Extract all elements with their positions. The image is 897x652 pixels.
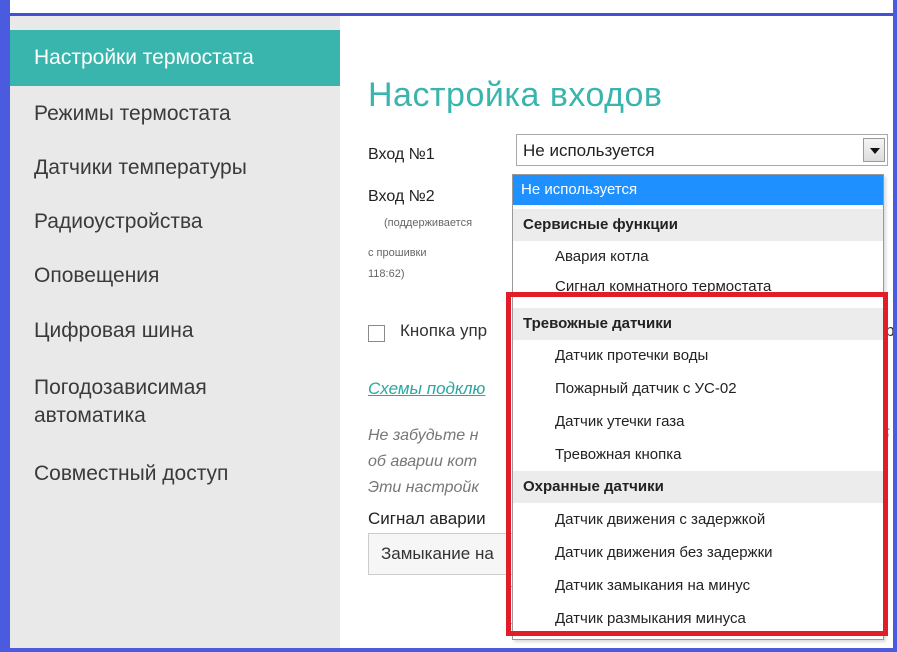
- input2-firmware-version: 118:62): [368, 268, 405, 280]
- dropdown-option-fire-sensor[interactable]: Пожарный датчик с УС-02: [513, 373, 883, 405]
- sidebar-item-thermostat-modes[interactable]: Режимы термостата: [10, 100, 340, 128]
- dropdown-option-room-thermostat[interactable]: Сигнал комнатного термостата: [513, 273, 883, 295]
- dropdown-option-short-to-minus[interactable]: Датчик замыкания на минус: [513, 570, 883, 602]
- sidebar: Настройки термостата Режимы термостата Д…: [10, 16, 340, 648]
- dropdown-option-panic-button[interactable]: Тревожная кнопка: [513, 439, 883, 471]
- dropdown-group-security-sensors: Охранные датчики: [513, 471, 883, 503]
- dropdown-option-open-minus[interactable]: Датчик размыкания минуса: [513, 603, 883, 635]
- control-button-checkbox[interactable]: [368, 325, 385, 342]
- alarm-signal-value: Замыкание на: [381, 544, 494, 563]
- sidebar-item-thermostat-settings[interactable]: Настройки термостата: [10, 30, 340, 86]
- window-frame-right: [893, 0, 897, 652]
- page-title: Настройка входов: [368, 76, 663, 114]
- input1-dropdown-list[interactable]: Не используется Сервисные функции Авария…: [512, 174, 884, 640]
- sidebar-item-temperature-sensors[interactable]: Датчики температуры: [10, 154, 340, 182]
- dropdown-group-service: Сервисные функции: [513, 209, 883, 241]
- dropdown-option-motion-delay[interactable]: Датчик движения с задержкой: [513, 504, 883, 536]
- input2-firmware-note-2: с прошивки: [368, 247, 427, 259]
- input1-select[interactable]: Не используется: [516, 134, 888, 166]
- input2-firmware-note: (поддерживается: [384, 217, 473, 229]
- input1-label: Вход №1: [368, 146, 435, 163]
- window-top-bar: [0, 0, 897, 16]
- chevron-down-icon[interactable]: [863, 138, 885, 162]
- control-button-label: Кнопка упр: [400, 321, 488, 340]
- note-line-1: Не забудьте н: [368, 427, 479, 444]
- dropdown-option-motion-no-delay[interactable]: Датчик движения без задержки: [513, 537, 883, 569]
- note-line-3: Эти настройк: [368, 479, 479, 496]
- sidebar-item-weather-automation[interactable]: Погодозависимая автоматика: [10, 374, 310, 430]
- sidebar-item-notifications[interactable]: Оповещения: [10, 262, 340, 290]
- alarm-signal-label: Сигнал аварии: [368, 509, 486, 528]
- dropdown-option-boiler-failure[interactable]: Авария котла: [513, 241, 883, 273]
- input2-label: Вход №2: [368, 188, 435, 205]
- dropdown-option-gas-leak[interactable]: Датчик утечки газа: [513, 406, 883, 438]
- window-frame-left: [0, 0, 10, 652]
- dropdown-option-water-leak[interactable]: Датчик протечки воды: [513, 340, 883, 372]
- dropdown-group-alarm-sensors: Тревожные датчики: [513, 308, 883, 340]
- dropdown-option-not-used[interactable]: Не используется: [513, 175, 883, 205]
- window-frame-bottom: [0, 648, 897, 652]
- sidebar-item-digital-bus[interactable]: Цифровая шина: [10, 317, 340, 345]
- note-line-2: об аварии кот: [368, 453, 478, 470]
- wiring-diagrams-link[interactable]: Схемы подклю: [368, 379, 485, 399]
- sidebar-item-shared-access[interactable]: Совместный доступ: [10, 460, 340, 488]
- sidebar-item-radio-devices[interactable]: Радиоустройства: [10, 208, 340, 236]
- input1-select-value: Не используется: [523, 141, 655, 160]
